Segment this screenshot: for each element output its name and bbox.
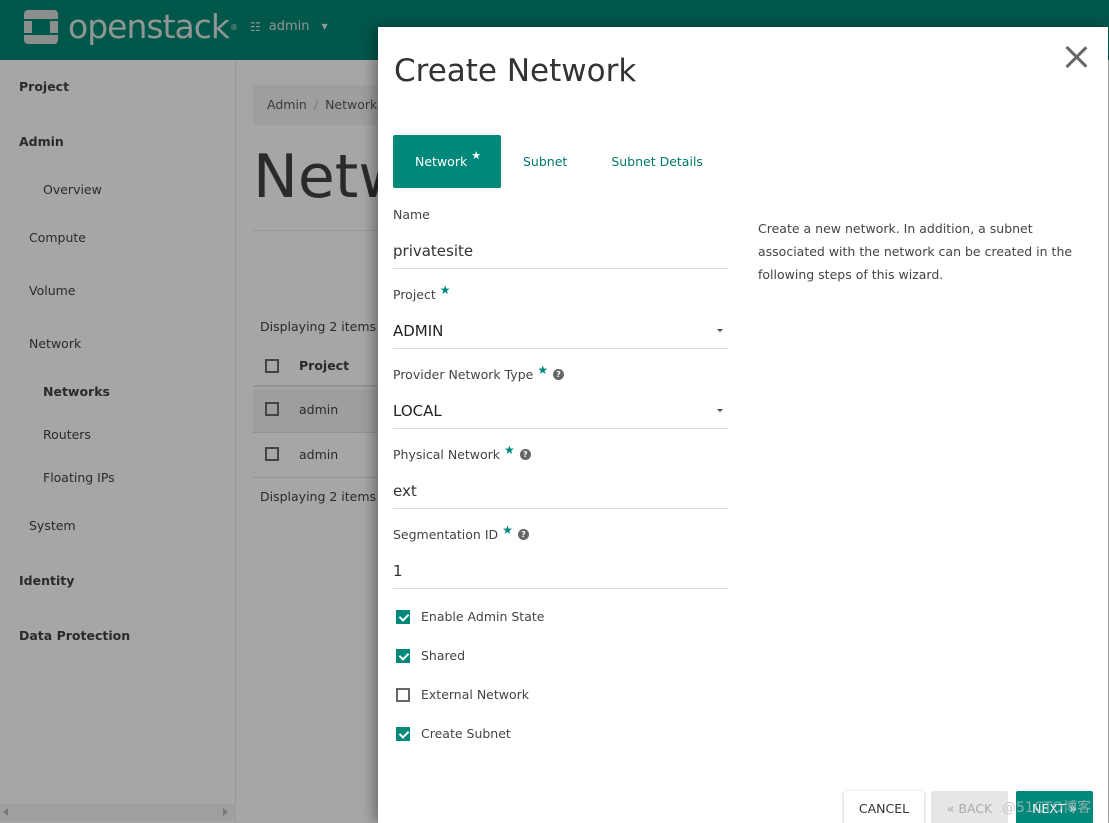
sidebar-item-admin[interactable]: Admin [19,134,64,149]
tab-subnet-details[interactable]: Subnet Details [589,135,725,188]
row-checkbox[interactable] [265,447,279,461]
back-button[interactable]: « BACK [931,791,1008,823]
caret-down-icon [717,329,723,332]
project-switcher-label: admin [268,19,310,34]
list-icon: ☷ [250,19,261,34]
sidebar-item-networks[interactable]: Networks [43,384,110,399]
project-switcher[interactable]: ☷ admin ▼ [250,19,328,34]
tab-network[interactable]: Network ★ [393,135,501,188]
help-icon[interactable]: ? [553,369,565,380]
close-icon[interactable] [1064,45,1088,69]
required-star-icon: ★ [439,282,451,297]
breadcrumb-separator: / [313,97,319,112]
external-network-checkbox[interactable]: External Network [396,687,529,702]
project-field: Project ★ ADMIN [393,283,728,349]
physical-network-label: Physical Network [393,447,501,462]
shared-label: Shared [421,648,466,663]
required-star-icon: ★ [502,522,513,537]
sidebar-horizontal-scrollbar[interactable] [0,804,236,821]
sidebar-item-compute[interactable]: Compute [29,230,86,245]
provider-network-type-select[interactable]: LOCAL [393,393,728,429]
project-label: Project [393,287,436,302]
sidebar-item-data-protection[interactable]: Data Protection [19,628,130,643]
column-header-project[interactable]: Project [299,358,349,373]
wizard-tabs: Network ★ Subnet Subnet Details [393,135,725,188]
display-count-bottom: Displaying 2 items [260,489,377,504]
row-checkbox[interactable] [265,402,279,416]
provider-network-type-field: Provider Network Type ★ ? LOCAL [393,363,728,429]
breadcrumb-admin[interactable]: Admin [267,97,307,112]
create-subnet-label: Create Subnet [421,726,511,741]
caret-down-icon: ▼ [321,22,328,31]
cancel-button[interactable]: CANCEL [844,791,924,823]
sidebar: Project Admin Overview Compute Volume Ne… [0,60,236,823]
provider-network-type-label: Provider Network Type [393,367,534,382]
help-icon[interactable]: ? [519,449,531,460]
main-content: Admin/Network Networks Displaying 2 item… [237,60,535,823]
sidebar-item-floating-ips[interactable]: Floating IPs [43,470,115,485]
provider-network-type-value: LOCAL [393,401,442,420]
name-input[interactable] [393,233,728,269]
help-icon[interactable]: ? [517,529,529,540]
create-network-modal: Create Network Network ★ Subnet Subnet D… [378,27,1108,823]
caret-down-icon [717,409,723,412]
sidebar-item-volume[interactable]: Volume [29,283,76,298]
checkbox-checked-icon[interactable] [396,648,410,663]
sidebar-item-overview[interactable]: Overview [43,182,102,197]
create-subnet-checkbox[interactable]: Create Subnet [396,726,511,741]
physical-network-field: Physical Network ★ ? [393,443,728,509]
required-star-icon: ★ [504,442,515,457]
breadcrumb-network[interactable]: Network [325,97,377,112]
sidebar-item-system[interactable]: System [29,518,76,533]
tab-subnet-details-label: Subnet Details [611,154,703,169]
segmentation-id-label: Segmentation ID [393,527,499,542]
help-description: Create a new network. In addition, a sub… [758,221,1073,282]
select-all-checkbox[interactable] [265,359,279,373]
registered-mark: ® [229,22,238,32]
name-label: Name [393,207,430,222]
scroll-left-icon[interactable] [3,808,8,816]
tab-subnet-label: Subnet [523,154,568,169]
openstack-logo[interactable]: openstack ® [24,10,238,44]
next-button[interactable]: NEXT » [1016,791,1093,823]
segmentation-id-input[interactable] [393,553,728,589]
modal-title: Create Network [394,53,637,89]
enable-admin-state-label: Enable Admin State [421,609,545,624]
tab-subnet[interactable]: Subnet [501,135,589,188]
row-project: admin [299,402,339,417]
sidebar-item-project[interactable]: Project [19,79,69,94]
required-star-icon: ★ [537,362,549,377]
brand-name: openstack [68,7,230,46]
required-star-icon: ★ [471,149,482,162]
tab-network-label: Network [415,154,468,169]
sidebar-item-identity[interactable]: Identity [19,573,74,588]
enable-admin-state-checkbox[interactable]: Enable Admin State [396,609,544,624]
checkbox-checked-icon[interactable] [396,609,410,624]
checkbox-unchecked-icon[interactable] [396,687,410,702]
external-network-label: External Network [421,687,530,702]
segmentation-id-field: Segmentation ID ★ ? [393,523,728,589]
openstack-logo-icon [24,10,58,44]
checkbox-checked-icon[interactable] [396,726,410,741]
sidebar-item-routers[interactable]: Routers [43,427,91,442]
physical-network-input[interactable] [393,473,728,509]
scroll-right-icon[interactable] [223,808,228,816]
display-count-top: Displaying 2 items [260,319,377,334]
shared-checkbox[interactable]: Shared [396,648,465,663]
sidebar-item-network[interactable]: Network [29,336,81,351]
project-select-value: ADMIN [393,321,444,340]
row-project: admin [299,447,339,462]
project-select[interactable]: ADMIN [393,313,728,349]
name-field: Name [393,207,728,269]
